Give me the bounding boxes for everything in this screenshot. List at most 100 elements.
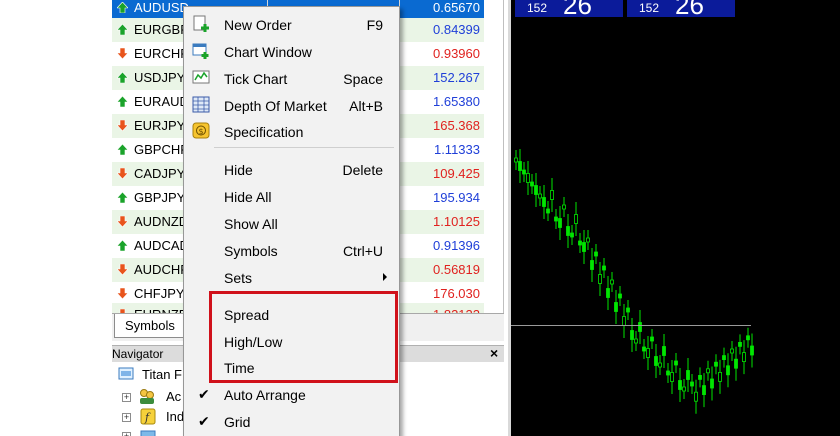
arrow-up-icon xyxy=(117,2,128,13)
new-order-icon xyxy=(193,15,209,32)
candle-body xyxy=(538,193,542,199)
candle-body xyxy=(674,360,678,366)
candle-body xyxy=(646,348,650,358)
menu-item-label: Grid xyxy=(224,414,251,430)
candle-body xyxy=(534,185,538,195)
symbol-name: GBPJPY xyxy=(134,190,186,205)
menu-item-label: Chart Window xyxy=(224,44,312,60)
candle-body xyxy=(526,173,530,183)
menu-item-specification[interactable]: $ Specification xyxy=(184,117,399,143)
menu-item-shortcut: Space xyxy=(343,71,383,87)
tab-symbols[interactable]: Symbols xyxy=(114,314,192,338)
symbol-name: CHFJPY xyxy=(134,286,185,301)
arrow-down-icon xyxy=(117,48,128,59)
candle-body xyxy=(718,371,722,382)
symbol-name: EURJPY xyxy=(134,118,186,133)
candle-body xyxy=(642,346,646,352)
navigator-title: Navigator xyxy=(112,347,164,361)
arrow-up-icon xyxy=(117,72,128,83)
symbol-name: AUDUSD xyxy=(134,0,189,15)
arrow-up-icon xyxy=(117,240,128,251)
bid-price: 176.030 xyxy=(433,286,480,301)
candle-body xyxy=(550,190,554,200)
candle-body xyxy=(634,338,638,344)
svg-text:$: $ xyxy=(199,127,204,136)
arrow-down-icon xyxy=(117,216,128,227)
highlight-annotation xyxy=(209,291,398,383)
menu-item-show-all[interactable]: Show All xyxy=(184,209,399,235)
candle-body xyxy=(562,204,566,210)
expand-icon[interactable]: + xyxy=(122,393,131,402)
indicators-icon: f xyxy=(140,408,156,425)
expand-icon[interactable]: + xyxy=(122,413,131,422)
menu-item-grid[interactable]: ✔ Grid xyxy=(184,407,399,433)
bid-price: 0.91396 xyxy=(433,238,480,253)
menu-item-new-order[interactable]: New Order F9 xyxy=(184,10,399,36)
menu-item-label: New Order xyxy=(224,17,292,33)
candle-body xyxy=(586,237,590,243)
candle-body xyxy=(658,362,662,368)
candle-body xyxy=(598,274,602,284)
menu-separator xyxy=(214,147,394,148)
expand-icon[interactable]: + xyxy=(122,432,131,436)
menu-item-auto-arrange[interactable]: ✔ Auto Arrange xyxy=(184,380,399,406)
menu-item-chart-window[interactable]: Chart Window xyxy=(184,37,399,63)
bid-price: 0.56819 xyxy=(433,262,480,277)
navigator-node-label: Titan F xyxy=(142,367,182,382)
menu-item-hide[interactable]: Hide Delete xyxy=(184,155,399,181)
candle-body xyxy=(650,336,654,342)
menu-item-shortcut: Delete xyxy=(342,162,383,178)
candle-body xyxy=(566,226,570,236)
symbol-name: AUDCHF xyxy=(134,262,189,277)
bid-price: 1.10125 xyxy=(433,214,480,229)
arrow-up-icon xyxy=(117,24,128,35)
candle-body xyxy=(730,348,734,354)
candle-body xyxy=(626,307,630,313)
candle-body xyxy=(694,391,698,402)
terminal-icon xyxy=(118,367,134,380)
menu-item-depth-of-market[interactable]: Depth Of Market Alt+B xyxy=(184,91,399,117)
candle-body xyxy=(702,385,706,396)
bid-price: 165.368 xyxy=(433,118,480,133)
depth-of-market-icon xyxy=(192,96,210,113)
candle-body xyxy=(706,368,710,374)
candle-body xyxy=(530,181,534,187)
menu-item-shortcut: F9 xyxy=(366,17,383,33)
arrow-down-icon xyxy=(117,120,128,131)
navigator-close-button[interactable]: × xyxy=(490,345,498,361)
menu-item-label: Tick Chart xyxy=(224,71,288,87)
candle-body xyxy=(726,365,730,376)
menu-item-shortcut: Ctrl+U xyxy=(342,243,383,259)
candle-body xyxy=(662,346,666,356)
menu-item-label: Symbols xyxy=(224,243,278,259)
bid-price: 195.934 xyxy=(433,190,480,205)
arrow-down-icon xyxy=(117,288,128,299)
tick-chart-icon xyxy=(192,70,210,84)
candle-body xyxy=(558,218,562,228)
candlestick-chart xyxy=(514,149,754,414)
candle-body xyxy=(738,341,742,347)
candle-body xyxy=(678,380,682,390)
candle-body xyxy=(514,157,518,163)
arrow-up-icon xyxy=(117,144,128,155)
candle-body xyxy=(522,169,526,175)
arrow-down-icon xyxy=(117,168,128,179)
symbol-name: CADJPY xyxy=(134,166,186,181)
symbol-name: USDJPY xyxy=(134,70,186,85)
arrow-up-icon xyxy=(117,96,128,107)
candle-body xyxy=(666,370,670,376)
candle-body xyxy=(750,345,754,356)
menu-item-label: Specification xyxy=(224,124,304,140)
menu-item-label: Sets xyxy=(224,270,253,286)
arrow-up-icon xyxy=(117,192,128,203)
menu-item-hide-all[interactable]: Hide All xyxy=(184,182,399,208)
bid-price: 1.11333 xyxy=(433,142,480,157)
candle-body xyxy=(518,161,522,171)
bid-price: 1.65380 xyxy=(433,94,480,109)
menu-item-label: Show All xyxy=(224,216,278,232)
chart-window[interactable]: 152 26 152 26 xyxy=(511,0,840,436)
menu-item-sets[interactable]: Sets xyxy=(184,263,399,289)
menu-item-tick-chart[interactable]: Tick Chart Space xyxy=(184,64,399,90)
candle-body xyxy=(630,330,634,340)
menu-item-symbols[interactable]: Symbols Ctrl+U xyxy=(184,236,399,262)
